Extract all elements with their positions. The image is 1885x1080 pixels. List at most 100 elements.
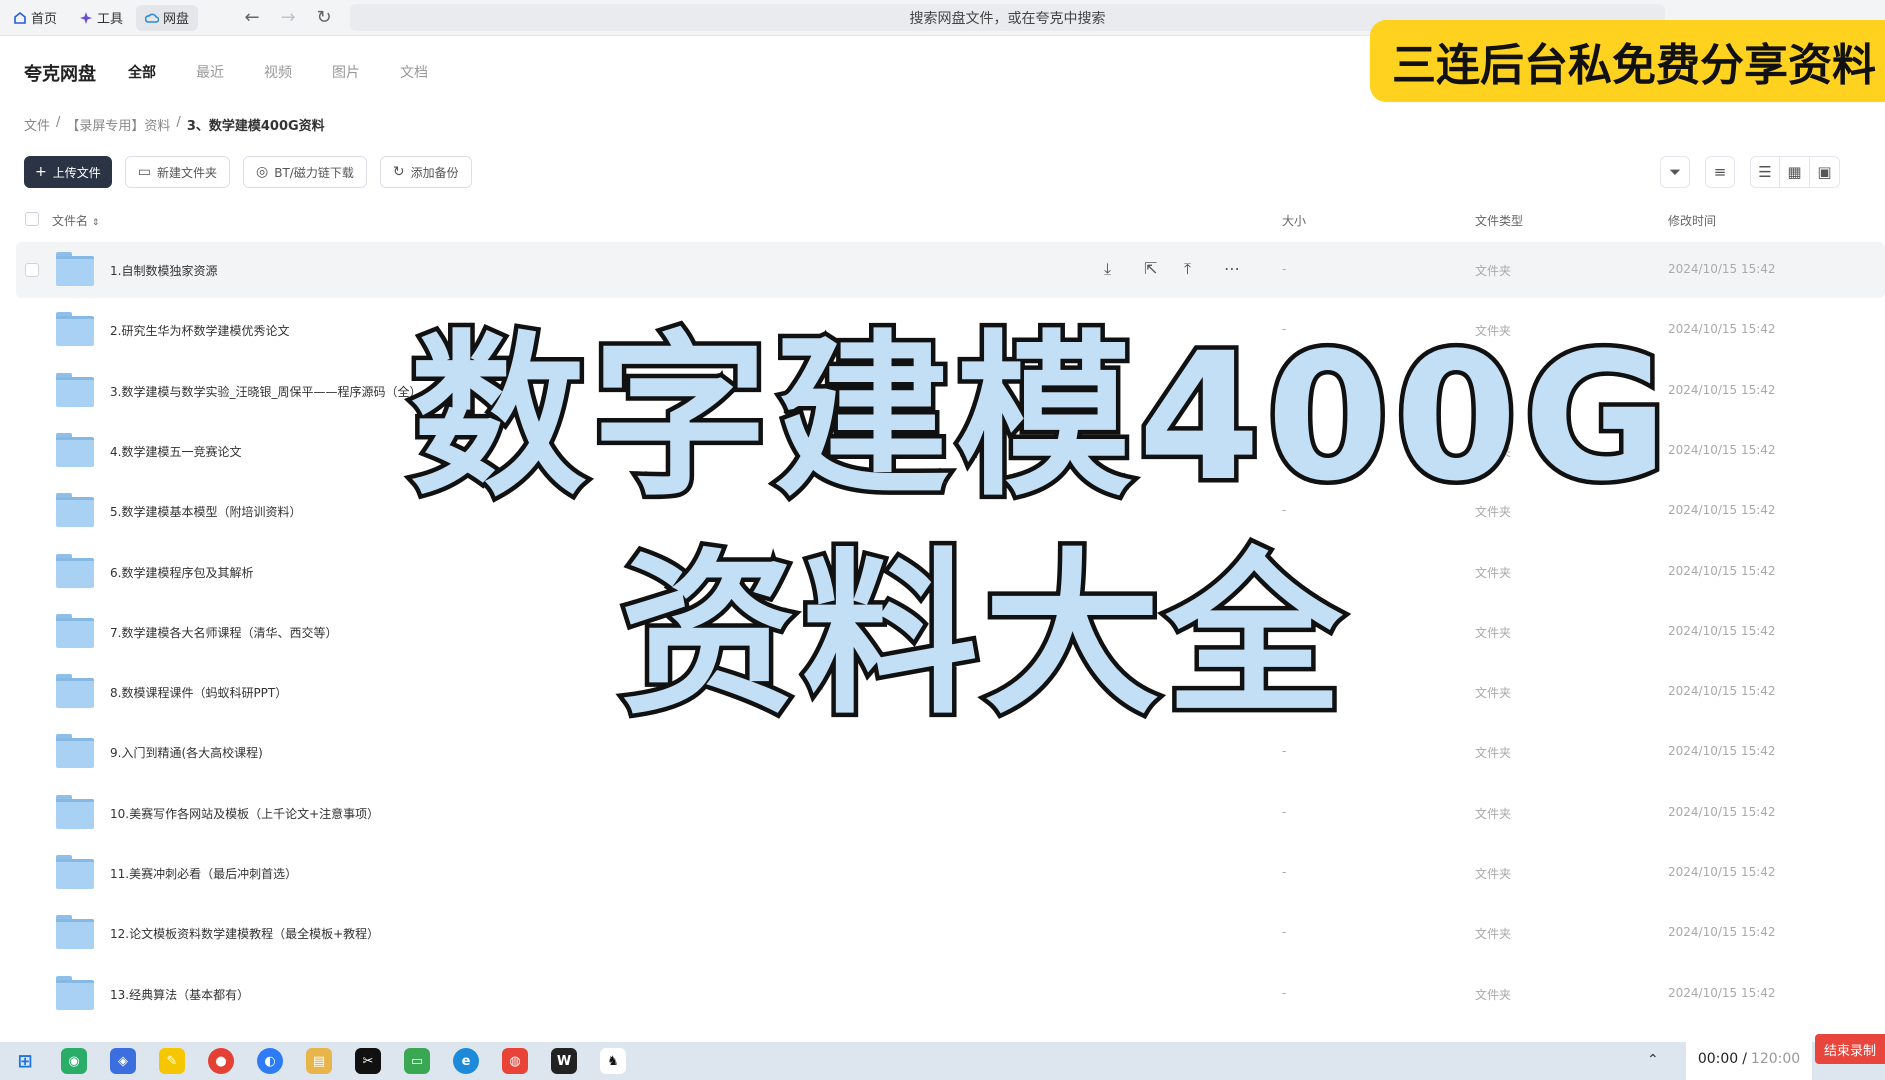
add-backup-label: 添加备份 [410,165,459,180]
preview-view-icon[interactable]: ▣ [1810,156,1840,188]
table-row[interactable]: 10.美赛写作各网站及模板（上千论文+注意事项） - 文件夹 2024/10/1… [16,785,1885,841]
file-modified: 2024/10/15 15:42 [1668,503,1776,518]
app-title: 夸克网盘 [24,64,96,85]
file-modified: 2024/10/15 15:42 [1668,442,1776,457]
folder-icon [56,915,94,950]
capcut-icon[interactable]: ✂ [355,1048,381,1074]
header-modified: 修改时间 [1668,214,1717,228]
table-row[interactable]: 12.论文模板资料数学建模教程（最全模板+教程） - 文件夹 2024/10/1… [16,905,1885,961]
breadcrumb-folder[interactable]: 【录屏专用】资料 [66,115,170,134]
file-name[interactable]: 10.美赛写作各网站及模板（上千论文+注意事项） [110,805,379,822]
notes-icon[interactable]: ✎ [159,1048,185,1074]
recording-timer: 00:00 / 120:00 [1686,1038,1812,1080]
file-name[interactable]: 2.研究生华为杯数学建模优秀论文 [110,322,289,339]
forward-arrow-icon[interactable]: → [274,4,302,32]
timer-elapsed: 00:00 [1697,1051,1739,1067]
stop-recording-button[interactable]: 结束录制 [1815,1034,1885,1064]
header-name-label: 文件名 [52,214,89,228]
add-backup-button[interactable]: ↻ 添加备份 [379,156,472,188]
select-all-checkbox[interactable] [25,212,39,226]
tab-home[interactable]: 首页 [4,5,66,31]
nav-video[interactable]: 视频 [264,62,332,82]
folder-icon [56,734,94,769]
windows-start-icon[interactable]: ⊞ [12,1048,38,1074]
timer-separator: / [1742,1051,1747,1067]
edge-icon[interactable]: e [453,1048,479,1074]
file-name[interactable]: 11.美赛冲刺必看（最后冲刺首选） [110,865,297,882]
refresh-icon[interactable]: ↻ [310,4,338,32]
app-blue-icon[interactable]: ◈ [110,1048,136,1074]
qq-icon[interactable]: ♞ [600,1048,626,1074]
back-arrow-icon[interactable]: ← [238,4,266,32]
breadcrumb-files[interactable]: 文件 [24,115,50,134]
file-modified: 2024/10/15 15:42 [1668,804,1776,819]
folder-icon [56,674,94,709]
table-header: 文件名 ⇕ 大小 文件类型 修改时间 [0,208,1885,232]
share-icon[interactable]: ⇱ [1144,259,1157,278]
file-modified: 2024/10/15 15:42 [1668,623,1776,638]
file-name[interactable]: 7.数学建模各大名师课程（清华、西交等） [110,624,337,641]
file-type: 文件夹 [1475,625,1512,640]
breadcrumb: 文件 / 【录屏专用】资料 / 3、数学建模400G资料 [24,115,325,134]
file-modified: 2024/10/15 15:42 [1668,985,1776,1000]
sync-icon: ↻ [392,164,405,180]
file-modified: 2024/10/15 15:42 [1668,563,1776,578]
file-type: 文件夹 [1475,565,1512,580]
chevron-up-icon[interactable]: ⌃ [1647,1052,1659,1068]
file-type: 文件夹 [1475,806,1512,821]
tab-tools[interactable]: 工具 [70,5,132,31]
file-name[interactable]: 4.数学建模五一竞赛论文 [110,443,241,460]
file-name[interactable]: 5.数学建模基本模型（附培训资料） [110,503,301,520]
address-placeholder: 搜索网盘文件，或在夸克中搜索 [909,10,1106,27]
file-explorer-icon[interactable]: ▤ [306,1048,332,1074]
row-checkbox[interactable] [25,263,39,277]
folder-icon [56,312,94,347]
folder-icon [56,794,94,829]
chrome-icon[interactable]: ● [208,1048,234,1074]
file-modified: 2024/10/15 15:42 [1668,865,1776,879]
new-folder-button[interactable]: ▭ 新建文件夹 [124,156,230,188]
grid-view-icon[interactable]: ▦ [1780,156,1810,188]
file-toolbar: + 上传文件 ▭ 新建文件夹 ◎ BT/磁力链下载 ↻ 添加备份 [24,156,472,188]
upload-label: 上传文件 [52,165,101,180]
red-app-icon[interactable]: ◍ [502,1048,528,1074]
bt-download-button[interactable]: ◎ BT/磁力链下载 [243,156,367,188]
move-top-icon[interactable]: ⤒ [1184,259,1191,279]
upload-button[interactable]: + 上传文件 [24,156,112,188]
more-icon[interactable]: ⋯ [1224,259,1240,278]
file-modified: 2024/10/15 15:42 [1668,744,1776,759]
screen-app-icon[interactable]: ▭ [404,1048,430,1074]
table-row[interactable]: 13.经典算法（基本都有） - 文件夹 2024/10/15 15:42 [16,966,1885,1022]
file-name[interactable]: 13.经典算法（基本都有） [110,986,249,1003]
folder-icon [56,493,94,528]
nav-document[interactable]: 文档 [400,62,468,82]
file-modified: 2024/10/15 15:42 [1668,262,1776,276]
nav-recent[interactable]: 最近 [196,62,264,82]
bt-download-label: BT/磁力链下载 [274,165,354,180]
nav-all[interactable]: 全部 [128,62,196,82]
file-name[interactable]: 3.数学建模与数学实验_汪晓银_周保平——程序源码（全） [110,383,421,400]
list-view-icon[interactable]: ☰ [1750,156,1780,188]
file-modified: 2024/10/15 15:42 [1668,382,1776,397]
table-row[interactable]: 11.美赛冲刺必看（最后冲刺首选） - 文件夹 2024/10/15 15:42 [16,845,1885,901]
header-type: 文件类型 [1475,214,1524,228]
folder-icon [56,252,94,286]
table-row[interactable]: 1.自制数模独家资源 ⤓ ⇱ ⤒ ⋯ - 文件夹 2024/10/15 15:4… [16,242,1885,298]
file-name[interactable]: 12.论文模板资料数学建模教程（最全模板+教程） [110,925,379,942]
sort-icon[interactable]: ≡ [1705,156,1735,188]
tab-netdisk[interactable]: 网盘 [136,4,199,31]
header-name[interactable]: 文件名 ⇕ [52,212,99,229]
file-name[interactable]: 9.入门到精通(各大高校课程) [110,744,263,761]
file-name[interactable]: 1.自制数模独家资源 [110,262,217,279]
file-size: - [1282,865,1287,879]
file-name[interactable]: 6.数学建模程序包及其解析 [110,564,253,581]
tab-label: 工具 [97,12,124,27]
filter-icon[interactable]: ⏷ [1660,156,1690,188]
file-name[interactable]: 8.数模课程课件（蚂蚁科研PPT） [110,684,287,701]
plus-icon: + [35,164,47,180]
wps-icon[interactable]: W [551,1048,577,1074]
nav-image[interactable]: 图片 [332,62,400,82]
download-icon[interactable]: ⤓ [1104,259,1111,279]
wechat-icon[interactable]: ◉ [61,1048,87,1074]
browser-icon[interactable]: ◐ [257,1048,283,1074]
